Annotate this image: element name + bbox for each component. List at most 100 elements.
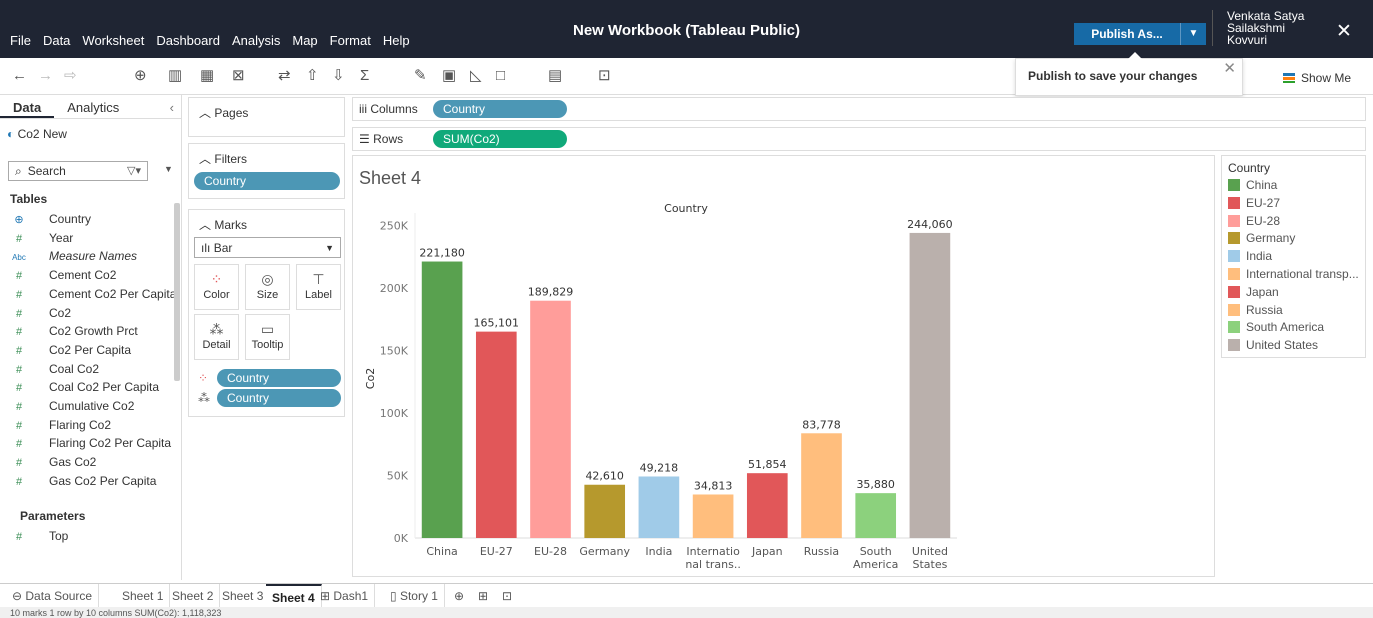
legend-item-label[interactable]: EU-28: [1246, 214, 1280, 228]
legend-item-label[interactable]: EU-27: [1246, 196, 1280, 210]
legend-item[interactable]: EU-28: [1228, 214, 1364, 230]
sheet-tab-story-1[interactable]: ▯ Story 1: [384, 584, 445, 608]
label-label[interactable]: Label: [305, 289, 332, 301]
sheet-tab-label[interactable]: Data Source: [25, 589, 92, 603]
color-legend[interactable]: Country China EU-27 EU-28 Germany India Inter…: [1221, 155, 1366, 358]
legend-item[interactable]: Japan: [1228, 285, 1364, 301]
bar-chart[interactable]: Country 0K 50K 100K 150K 200K 250K Co2 221,180 Ch…: [353, 156, 1214, 576]
scrollbar[interactable]: [174, 203, 180, 381]
field-name[interactable]: Co2: [49, 306, 71, 320]
sheet-tab-label[interactable]: Sheet 3: [222, 589, 263, 603]
sheet-tab-label[interactable]: Sheet 4: [272, 591, 315, 605]
chevron-down-icon[interactable]: ▼: [325, 243, 334, 253]
detail-label[interactable]: Detail: [202, 339, 230, 351]
filter-icon[interactable]: ▽▾: [127, 164, 141, 178]
publish-dropdown-icon[interactable]: ▼: [1180, 23, 1206, 45]
legend-item-label[interactable]: International transp...: [1246, 267, 1359, 281]
tooltip-close-icon[interactable]: ✕: [1223, 59, 1236, 77]
label-button[interactable]: ⊤ Label: [296, 264, 341, 310]
presentation-icon[interactable]: ▤: [548, 66, 562, 86]
menu-analysis[interactable]: Analysis: [226, 31, 286, 51]
publish-as-button[interactable]: Publish As... ▼: [1074, 23, 1206, 45]
rows-pill-sum-co2[interactable]: SUM(Co2): [433, 130, 567, 148]
pages-card[interactable]: ︿ Pages: [188, 97, 345, 137]
sort-descending-icon[interactable]: ⇩: [332, 66, 345, 86]
color-pill-country[interactable]: Country: [217, 369, 341, 387]
detail-button[interactable]: ⁂ Detail: [194, 314, 239, 360]
rows-shelf[interactable]: ☰ Rows SUM(Co2): [352, 127, 1366, 151]
undo-icon[interactable]: ←: [12, 66, 27, 86]
field-name[interactable]: Cumulative Co2: [49, 399, 134, 413]
legend-item[interactable]: Germany: [1228, 231, 1364, 247]
chevron-icon[interactable]: ︿: [199, 152, 211, 166]
menu-map[interactable]: Map: [286, 31, 323, 51]
field-name[interactable]: Flaring Co2: [49, 418, 111, 432]
field-name[interactable]: Co2 Per Capita: [49, 343, 131, 357]
color-label[interactable]: Color: [203, 289, 229, 301]
publish-as-label[interactable]: Publish As...: [1074, 23, 1180, 45]
clear-sheet-icon[interactable]: ⊠: [232, 66, 245, 86]
menu-help[interactable]: Help: [377, 31, 416, 51]
sheet-tab-label[interactable]: Dash1: [333, 589, 368, 603]
chevron-icon[interactable]: ︿: [199, 218, 211, 232]
field-co2[interactable]: # Co2: [10, 306, 71, 324]
field-cement-co2-per-capita[interactable]: # Cement Co2 Per Capita: [10, 287, 176, 305]
redo-icon[interactable]: →: [38, 66, 53, 86]
field-name[interactable]: Cement Co2 Per Capita: [49, 287, 176, 301]
sheet-tab-dash1[interactable]: ⊞ Dash1: [314, 584, 376, 608]
search-input[interactable]: ⌕ Search ▽▾: [8, 161, 148, 181]
duplicate-sheet-icon[interactable]: ▦: [200, 66, 214, 86]
labels-icon[interactable]: ▣: [442, 66, 456, 86]
new-story-tab-icon[interactable]: ⊡: [496, 584, 518, 608]
search-placeholder[interactable]: Search: [28, 164, 66, 178]
legend-item-label[interactable]: Russia: [1246, 303, 1283, 317]
menu-data[interactable]: Data: [37, 31, 76, 51]
parameter-name[interactable]: Top: [49, 529, 68, 543]
show-me-button[interactable]: Show Me: [1283, 71, 1351, 85]
replay-icon[interactable]: ⇨: [64, 66, 77, 86]
field-name[interactable]: Coal Co2 Per Capita: [49, 380, 159, 394]
close-icon[interactable]: ✕: [1336, 20, 1352, 43]
new-worksheet-icon[interactable]: ▥: [168, 66, 182, 86]
field-gas-co2[interactable]: # Gas Co2: [10, 455, 96, 473]
menu-worksheet[interactable]: Worksheet: [76, 31, 150, 51]
filters-card[interactable]: ︿ Filters Country: [188, 143, 345, 199]
new-datasource-icon[interactable]: ⊕: [134, 66, 147, 86]
size-button[interactable]: ◎ Size: [245, 264, 290, 310]
field-year[interactable]: # Year: [10, 231, 73, 249]
legend-item[interactable]: India: [1228, 249, 1364, 265]
legend-item[interactable]: EU-27: [1228, 196, 1364, 212]
fit-icon[interactable]: □: [496, 66, 505, 86]
sheet-tab-label[interactable]: Sheet 2: [172, 589, 213, 603]
sheet-tab-label[interactable]: Story 1: [400, 589, 438, 603]
sheet-tab-sheet-1[interactable]: Sheet 1: [116, 584, 171, 608]
new-worksheet-tab-icon[interactable]: ⊕: [448, 584, 470, 608]
legend-item[interactable]: South America: [1228, 320, 1364, 336]
datasource-name[interactable]: Co2 New: [18, 127, 67, 141]
legend-item[interactable]: United States: [1228, 338, 1364, 354]
legend-item[interactable]: Russia: [1228, 303, 1364, 319]
color-button[interactable]: ⁘ Color: [194, 264, 239, 310]
legend-item[interactable]: China: [1228, 178, 1364, 194]
field-name[interactable]: Flaring Co2 Per Capita: [49, 436, 171, 450]
tab-analytics[interactable]: Analytics: [54, 95, 132, 118]
collapse-icon[interactable]: ‹: [162, 95, 182, 118]
sheet-tab-sheet-3[interactable]: Sheet 3: [216, 584, 271, 608]
field-gas-co2-per-capita[interactable]: # Gas Co2 Per Capita: [10, 474, 156, 492]
tooltip-label[interactable]: Tooltip: [252, 339, 284, 351]
tab-data[interactable]: Data: [0, 95, 55, 118]
totals-icon[interactable]: Σ: [360, 66, 369, 86]
annotate-icon[interactable]: ◺: [470, 66, 482, 86]
field-coal-co2-per-capita[interactable]: # Coal Co2 Per Capita: [10, 380, 159, 398]
field-flaring-co2-per-capita[interactable]: # Flaring Co2 Per Capita: [10, 436, 171, 454]
field-name[interactable]: Year: [49, 231, 73, 245]
sheet-tab-label[interactable]: Sheet 1: [122, 589, 163, 603]
legend-item-label[interactable]: United States: [1246, 338, 1318, 352]
datasource-item[interactable]: ◐ Co2 New: [7, 127, 67, 141]
field-name[interactable]: Co2 Growth Prct: [49, 324, 138, 338]
new-dashboard-tab-icon[interactable]: ⊞: [472, 584, 494, 608]
tooltip-button[interactable]: ▭ Tooltip: [245, 314, 290, 360]
chevron-icon[interactable]: ︿: [199, 106, 211, 120]
filter-pill-country[interactable]: Country: [194, 172, 340, 190]
legend-item-label[interactable]: Japan: [1246, 285, 1279, 299]
